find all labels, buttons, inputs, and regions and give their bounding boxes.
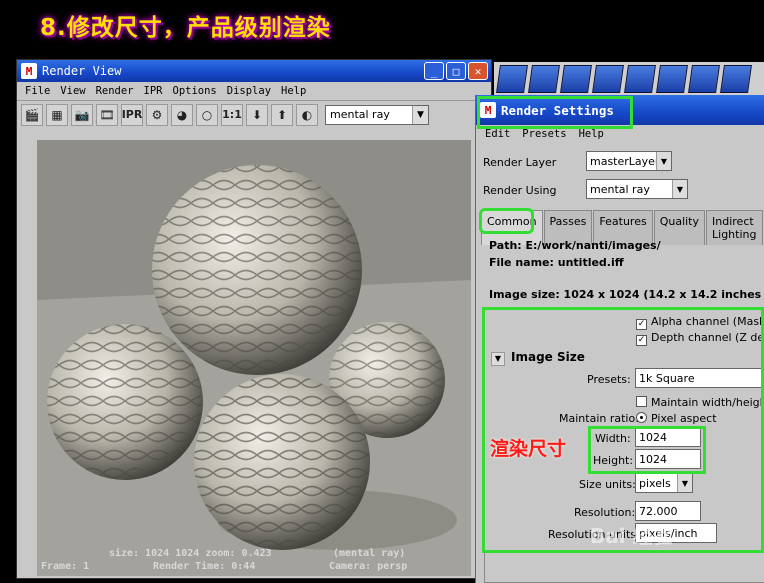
snapshot-icon[interactable]: 📷	[71, 103, 93, 126]
size-zoom-info: size: 1024 1024 zoom: 0.423	[109, 548, 272, 559]
menu-render[interactable]: Render	[96, 85, 134, 100]
render-view-toolbar: 🎬 ▦ 📷 🎞 IPR ⚙ ◕ ○ 1:1 ⬇ ⬆ ◐ mental ray ▼	[17, 100, 491, 128]
title-highlight	[477, 96, 633, 129]
menu-presets[interactable]: Presets	[522, 128, 566, 143]
chevron-down-icon: ▼	[672, 180, 687, 198]
render-using-label: Render Using	[483, 184, 557, 197]
clapper-icon[interactable]: 🎬	[21, 103, 43, 126]
render-view-menubar: File View Render IPR Options Display Hel…	[17, 82, 491, 100]
shelf-icon[interactable]	[624, 65, 656, 93]
menu-view[interactable]: View	[60, 85, 85, 100]
menu-ipr[interactable]: IPR	[144, 85, 163, 100]
image-size-summary: Image size: 1024 x 1024 (14.2 x 14.2 inc…	[489, 288, 764, 301]
render-globe-icon[interactable]: ◐	[296, 103, 318, 126]
shelf-icon[interactable]	[496, 65, 528, 93]
menu-file[interactable]: File	[25, 85, 50, 100]
frame-info: Frame: 1	[41, 561, 90, 572]
step-caption: 8.修改尺寸，产品级别渲染	[40, 15, 331, 41]
render-settings-icon[interactable]: ⚙	[146, 103, 168, 126]
ipr-icon[interactable]: IPR	[121, 103, 143, 126]
output-file-name: File name: untitled.iff	[489, 256, 624, 269]
menu-edit[interactable]: Edit	[485, 128, 510, 143]
shelf-icon[interactable]	[528, 65, 560, 93]
render-view-titlebar[interactable]: M Render View _ □ ✕	[17, 60, 491, 82]
keep-image-icon[interactable]: ⬇	[246, 103, 268, 126]
ratio-button[interactable]: 1:1	[221, 103, 243, 126]
tab-quality[interactable]: Quality	[653, 210, 706, 245]
render-time-info: Render Time: 0:44	[153, 561, 256, 572]
shelf-icon[interactable]	[592, 65, 624, 93]
shelf-icons	[494, 62, 764, 96]
chevron-down-icon: ▼	[656, 152, 671, 170]
render-using-dropdown[interactable]: mental ray ▼	[586, 179, 688, 199]
render-viewport[interactable]: size: 1024 1024 zoom: 0.423 (mental ray)…	[37, 140, 471, 576]
shelf-icon[interactable]	[688, 65, 720, 93]
menu-help[interactable]: Help	[281, 85, 306, 100]
watermark: Bai 经验	[590, 524, 673, 548]
maximize-button[interactable]: □	[446, 62, 466, 80]
renderer-value: mental ray	[330, 108, 390, 121]
render-layer-value: masterLayer	[590, 155, 660, 168]
shelf-icon[interactable]	[560, 65, 592, 93]
menu-display[interactable]: Display	[227, 85, 271, 100]
shelf-icon[interactable]	[720, 65, 752, 93]
output-path: Path: E:/work/nanti/images/	[489, 239, 661, 252]
renderer-dropdown[interactable]: mental ray ▼	[325, 104, 429, 125]
render-view-title: Render View	[42, 64, 122, 78]
alpha-channel-icon[interactable]: ○	[196, 103, 218, 126]
menu-help[interactable]: Help	[579, 128, 604, 143]
rgb-channel-icon[interactable]: ◕	[171, 103, 193, 126]
common-tab-highlight	[479, 208, 534, 234]
minimize-button[interactable]: _	[424, 62, 444, 80]
render-region-icon[interactable]: ▦	[46, 103, 68, 126]
shelf-icon[interactable]	[656, 65, 688, 93]
chevron-down-icon: ▼	[412, 105, 428, 124]
tab-indirect-lighting[interactable]: Indirect Lighting	[706, 210, 763, 245]
render-layer-dropdown[interactable]: masterLayer ▼	[586, 151, 672, 171]
menu-options[interactable]: Options	[173, 85, 217, 100]
remove-image-icon[interactable]: ⬆	[271, 103, 293, 126]
render-layer-label: Render Layer	[483, 156, 557, 169]
close-button[interactable]: ✕	[468, 62, 488, 80]
renderer-info: (mental ray)	[333, 548, 406, 559]
maya-logo-icon: M	[21, 63, 37, 79]
render-using-value: mental ray	[590, 183, 650, 196]
render-view-window: M Render View _ □ ✕ File View Render IPR…	[16, 59, 492, 579]
render-sequence-icon[interactable]: 🎞	[96, 103, 118, 126]
size-fields-highlight	[588, 426, 706, 474]
camera-info: Camera: persp	[329, 561, 408, 572]
render-size-annotation: 渲染尺寸	[490, 438, 567, 460]
rendered-image	[37, 140, 471, 576]
